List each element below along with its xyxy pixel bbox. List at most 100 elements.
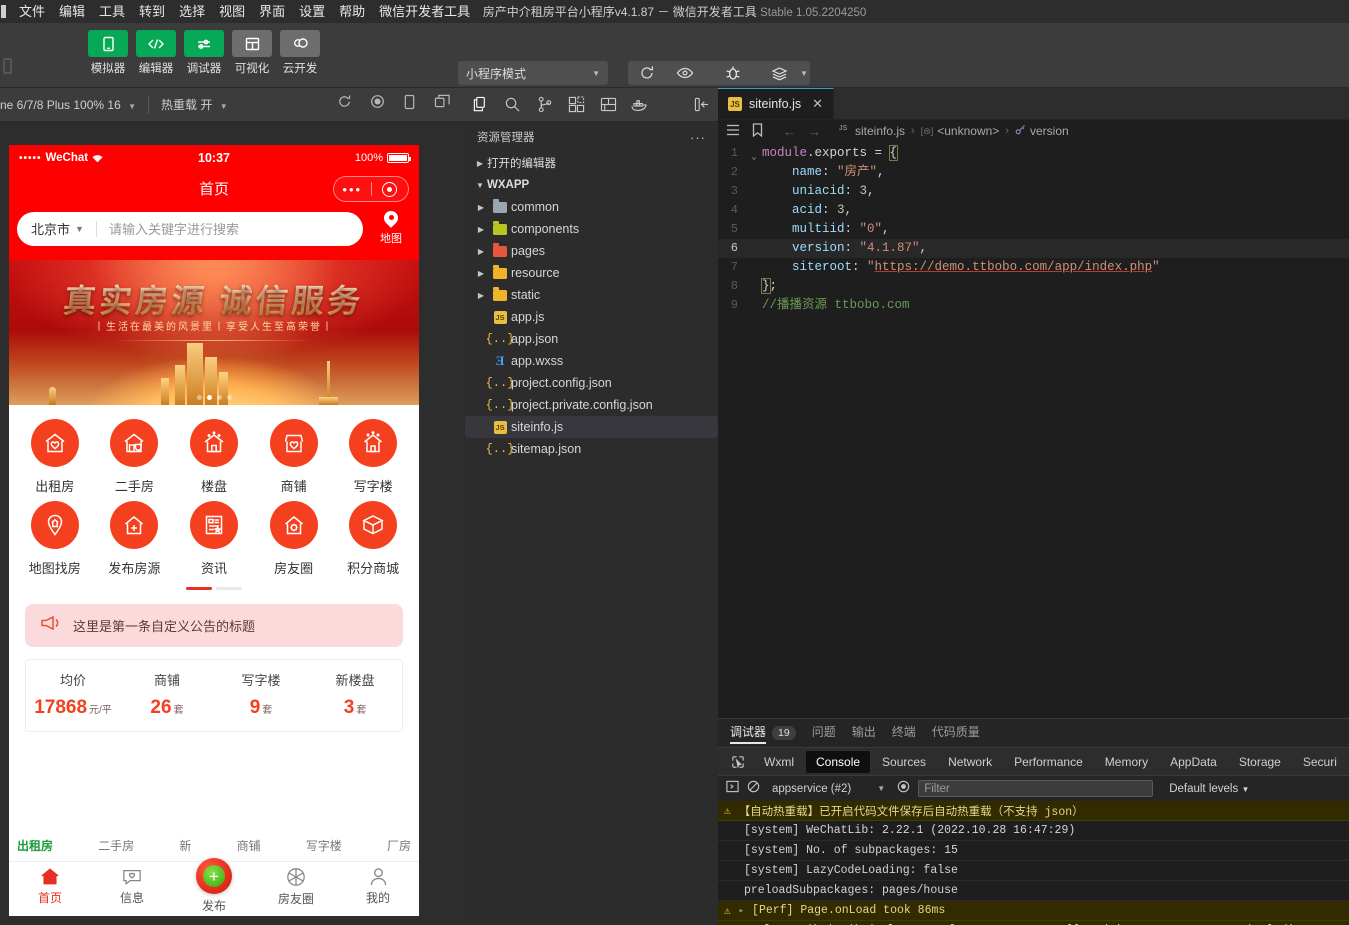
explorer-more-icon[interactable]: ··· [690, 130, 706, 145]
docker-icon[interactable] [624, 97, 656, 112]
menu-item-file[interactable]: 文件 [12, 0, 52, 23]
extensions-icon[interactable] [561, 96, 593, 113]
tabbar-item-community[interactable]: 房友圈 [255, 867, 337, 907]
simulator-refresh-button[interactable] [337, 94, 352, 115]
explorer-item-pages[interactable]: ▶ pages [465, 240, 718, 262]
breadcrumb-symbol[interactable]: version [1015, 124, 1069, 138]
grid-item-secondhand[interactable]: 二手房 [95, 419, 175, 495]
simulator-device-button[interactable] [403, 94, 416, 115]
grid-item-office[interactable]: 写字楼 [333, 419, 413, 495]
files-icon[interactable] [465, 96, 497, 113]
hero-banner[interactable]: 真实房源 诚信服务 丨生活在最美的风景里丨享受人生至高荣誉丨 [9, 260, 419, 405]
snippet-icon[interactable] [592, 97, 624, 112]
menu-item-help[interactable]: 帮助 [332, 0, 372, 23]
menu-item-view[interactable]: 视图 [212, 0, 252, 23]
panel-tab-memory[interactable]: Memory [1095, 751, 1158, 773]
panel-tab-storage[interactable]: Storage [1229, 751, 1291, 773]
announcement-bar[interactable]: 这里是第一条自定义公告的标题 [25, 604, 403, 647]
toolbar-button-cloud[interactable]: 云开发 [280, 30, 320, 76]
toolbar-button-editor[interactable]: 编辑器 [136, 30, 176, 76]
clear-console-icon[interactable] [747, 780, 760, 798]
forward-icon[interactable]: → [808, 124, 821, 139]
menu-item-tools[interactable]: 工具 [92, 0, 132, 23]
grid-item-shop[interactable]: 商铺 [254, 419, 334, 495]
breadcrumb-scope[interactable]: [⊜] <unknown> [921, 124, 1000, 138]
panel-tab-network[interactable]: Network [938, 751, 1002, 773]
tabbar-item-publish[interactable]: + 发布 [173, 867, 255, 914]
device-select[interactable]: ne 6/7/8 Plus 100% 16 ▼ [0, 98, 136, 112]
clear-cache-dropdown[interactable]: ▼ [798, 61, 810, 85]
menu-item-devtools[interactable]: 微信开发者工具 [372, 0, 477, 23]
explorer-item-resource[interactable]: ▶ resource [465, 262, 718, 284]
real-device-debug-button[interactable] [714, 61, 752, 85]
console-row[interactable]: [system] WeChatLib: 2.22.1 (2022.10.28 1… [718, 821, 1349, 841]
banner-dot-active[interactable] [207, 395, 212, 400]
explorer-item-siteinfo-js[interactable]: JS siteinfo.js [465, 416, 718, 438]
map-button[interactable]: 地图 [371, 211, 411, 246]
tabbar-item-home[interactable]: 首页 [9, 867, 91, 906]
section-open-editors[interactable]: ▶ 打开的编辑器 [465, 152, 718, 174]
source-control-icon[interactable] [529, 96, 561, 113]
simulator-record-button[interactable] [370, 94, 385, 115]
fold-icon[interactable]: ⌄ [746, 148, 762, 159]
explorer-item-app-wxss[interactable]: Ǝ app.wxss [465, 350, 718, 372]
explorer-item-project-config[interactable]: {..} project.config.json [465, 372, 718, 394]
grid-item-map-search[interactable]: 地图找房 [15, 501, 95, 577]
simulator-multiwindow-button[interactable] [434, 94, 451, 115]
search-input[interactable]: 请输入关键字进行搜索 [109, 219, 239, 238]
expand-arrow-icon[interactable]: ▸ [739, 906, 744, 916]
console-levels-select[interactable]: Default levels ▼ [1169, 783, 1249, 795]
clear-cache-button[interactable] [760, 61, 798, 85]
banner-dot[interactable] [217, 395, 222, 400]
menu-item-ui[interactable]: 界面 [252, 0, 292, 23]
panel-tab-performance[interactable]: Performance [1004, 751, 1093, 773]
grid-item-news[interactable]: 资讯 [174, 501, 254, 577]
bookmark-icon[interactable] [752, 123, 763, 140]
banner-dot[interactable] [197, 395, 202, 400]
explorer-item-app-js[interactable]: JS app.js [465, 306, 718, 328]
tabbar-item-profile[interactable]: 我的 [337, 867, 419, 906]
devtools-tab-output[interactable]: 输出 [852, 723, 876, 744]
grid-item-rental[interactable]: 出租房 [15, 419, 95, 495]
panel-tab-sources[interactable]: Sources [872, 751, 936, 773]
compile-button[interactable] [628, 61, 666, 85]
devtools-tab-codequality[interactable]: 代码质量 [932, 723, 980, 744]
explorer-item-components[interactable]: ▶ components [465, 218, 718, 240]
console-settings-icon[interactable] [897, 780, 910, 798]
menu-item-settings[interactable]: 设置 [292, 0, 332, 23]
city-selector[interactable]: 北京市 [31, 219, 70, 238]
search-icon[interactable] [497, 96, 529, 113]
toolbar-button-visualization[interactable]: 可视化 [232, 30, 272, 76]
grid-dot[interactable] [216, 587, 242, 590]
grid-item-points-mall[interactable]: 积分商城 [333, 501, 413, 577]
breadcrumb-file[interactable]: JS siteinfo.js [839, 124, 905, 138]
code-content[interactable]: 1 ⌄ module.exports = { 2 name: "房产", 3 u… [718, 142, 1349, 315]
explorer-item-project-private-config[interactable]: {..} project.private.config.json [465, 394, 718, 416]
tab-siteinfo-js[interactable]: JS siteinfo.js ✕ [718, 88, 834, 119]
devtools-tab-problems[interactable]: 问题 [812, 723, 836, 744]
grid-item-community[interactable]: 房友圈 [254, 501, 334, 577]
tabbar-item-messages[interactable]: 信息 [91, 867, 173, 906]
explorer-item-app-json[interactable]: {..} app.json [465, 328, 718, 350]
console-row[interactable]: preloadSubpackages: pages/house [718, 881, 1349, 901]
back-icon[interactable]: ← [783, 124, 796, 139]
panel-tab-appdata[interactable]: AppData [1160, 751, 1227, 773]
toolbar-button-simulator[interactable]: 模拟器 [88, 30, 128, 76]
menu-item-edit[interactable]: 编辑 [52, 0, 92, 23]
console-filter-input[interactable]: Filter [918, 780, 1153, 797]
target-icon[interactable] [372, 182, 409, 197]
close-icon[interactable]: ✕ [812, 96, 823, 112]
console-sidebar-toggle-icon[interactable] [726, 780, 739, 798]
grid-dot-active[interactable] [186, 587, 212, 590]
grid-item-newbuild[interactable]: 楼盘 [174, 419, 254, 495]
panel-tab-wxml[interactable]: Wxml [754, 751, 804, 773]
section-project-root[interactable]: ▼ WXAPP [465, 174, 718, 196]
console-row[interactable]: [system] No. of subpackages: 15 [718, 841, 1349, 861]
mode-select[interactable]: 小程序模式 ▼ [458, 61, 608, 85]
banner-dot[interactable] [227, 395, 232, 400]
hot-reload-toggle[interactable]: 热重载 开 ▼ [161, 96, 228, 113]
panel-tab-security[interactable]: Securi [1293, 751, 1347, 773]
console-row-perf-warning[interactable]: ⚠ ▸ [Perf] Page.onLoad took 86ms [718, 901, 1349, 921]
inspect-element-icon[interactable] [724, 755, 752, 769]
more-icon[interactable]: ••• [334, 182, 371, 197]
